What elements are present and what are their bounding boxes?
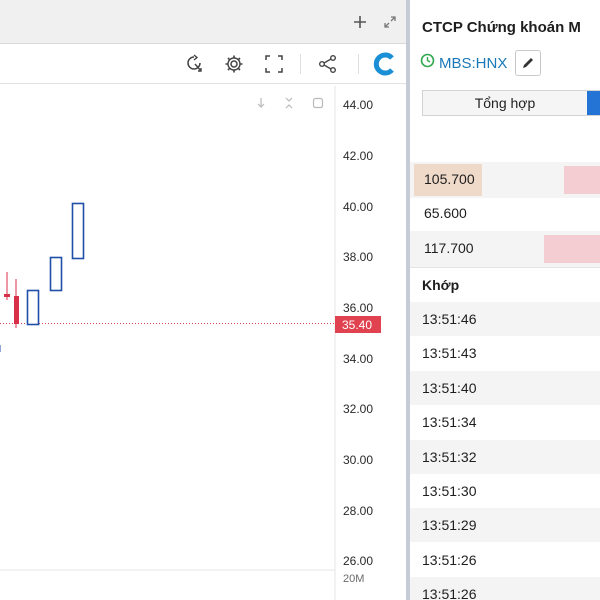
price-volume-bar bbox=[564, 166, 600, 194]
trade-row: 13:51:40 bbox=[410, 371, 600, 405]
trade-row: 13:51:32 bbox=[410, 440, 600, 474]
candle bbox=[4, 294, 10, 297]
ticker-symbol[interactable]: MBS:HNX bbox=[439, 55, 507, 72]
trade-row: 13:51:30 bbox=[410, 474, 600, 508]
volume-axis-label: 20M bbox=[343, 573, 364, 585]
candles bbox=[4, 202, 85, 328]
price-axis-label: 36.00 bbox=[343, 301, 373, 315]
trade-time: 13:51:46 bbox=[422, 311, 477, 327]
price-value: 117.700 bbox=[424, 240, 474, 256]
price-axis-label: 40.00 bbox=[343, 200, 373, 214]
price-chart[interactable]: 44.00 42.00 40.00 38.00 36.00 34.00 32.0… bbox=[0, 0, 406, 600]
price-row: 65.600 bbox=[410, 196, 600, 232]
price-axis-label: 34.00 bbox=[343, 352, 373, 366]
price-axis-label: 32.00 bbox=[343, 402, 373, 416]
ticker-row: MBS:HNX bbox=[420, 50, 542, 76]
trade-time: 13:51:26 bbox=[422, 586, 477, 600]
price-value: 65.600 bbox=[424, 205, 467, 221]
price-axis-label: 38.00 bbox=[343, 250, 373, 264]
candle bbox=[14, 296, 19, 324]
trade-time: 13:51:26 bbox=[422, 552, 477, 568]
stock-info-panel: CTCP Chứng khoán M MBS:HNX Tổng hợp 105.… bbox=[410, 0, 600, 600]
candle bbox=[49, 256, 63, 292]
price-volume-bar bbox=[544, 235, 600, 263]
company-name: CTCP Chứng khoán M bbox=[422, 19, 581, 36]
pencil-icon bbox=[523, 58, 534, 68]
trade-time: 13:51:32 bbox=[422, 449, 477, 465]
trade-time: 13:51:30 bbox=[422, 483, 477, 499]
price-axis-label: 42.00 bbox=[343, 149, 373, 163]
price-axis-label: 26.00 bbox=[343, 554, 373, 568]
candle bbox=[26, 289, 40, 326]
trade-row: 13:51:29 bbox=[410, 508, 600, 542]
clock-icon bbox=[420, 53, 435, 73]
price-axis-label: 28.00 bbox=[343, 504, 373, 518]
current-price-label: 35.40 bbox=[342, 318, 372, 332]
price-axis-label: 30.00 bbox=[343, 453, 373, 467]
price-axis-label: 44.00 bbox=[343, 98, 373, 112]
chart-panel: 44.00 42.00 40.00 38.00 36.00 34.00 32.0… bbox=[0, 0, 406, 600]
trade-row: 13:51:26 bbox=[410, 577, 600, 600]
trade-row: 13:51:34 bbox=[410, 405, 600, 439]
tab-next[interactable] bbox=[587, 91, 600, 115]
trades-header: Khớp bbox=[422, 277, 460, 293]
price-row: 117.700 bbox=[410, 231, 600, 267]
trade-time: 13:51:40 bbox=[422, 380, 477, 396]
trade-time: 13:51:34 bbox=[422, 414, 477, 430]
trade-time: 13:51:29 bbox=[422, 517, 477, 533]
tab-bar: Tổng hợp bbox=[422, 90, 600, 116]
trade-row: 13:51:26 bbox=[410, 543, 600, 577]
candle bbox=[71, 202, 85, 260]
trade-row: 13:51:46 bbox=[410, 302, 600, 336]
price-value: 105.700 bbox=[424, 171, 475, 187]
edit-ticker-button[interactable] bbox=[515, 50, 542, 76]
price-row: 105.700 bbox=[410, 162, 600, 198]
trade-row: 13:51:43 bbox=[410, 336, 600, 370]
trade-time: 13:51:43 bbox=[422, 345, 477, 361]
tab-summary[interactable]: Tổng hợp bbox=[423, 91, 587, 115]
